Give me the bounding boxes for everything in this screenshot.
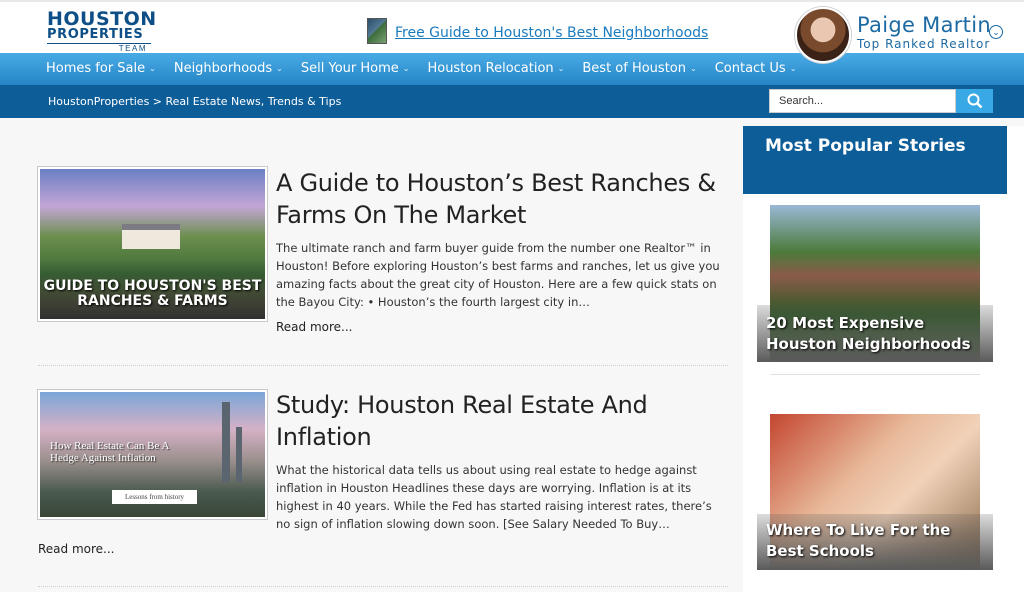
chevron-down-icon: ⌄ — [276, 64, 283, 73]
logo-line1: HOUSTON — [47, 8, 157, 30]
popular-story-card[interactable]: Where To Live For the Best Schools — [757, 414, 993, 570]
nav-item-label: Best of Houston — [582, 61, 686, 76]
nav-item-label: Houston Relocation — [427, 61, 554, 76]
chevron-down-icon: ⌄ — [789, 64, 797, 73]
breadcrumb[interactable]: HoustonProperties > Real Estate News, Tr… — [48, 95, 341, 108]
nav-item-homes-for-sale[interactable]: Homes for Sale ⌄ — [46, 53, 156, 85]
agent-name: Paige Martin — [857, 13, 991, 37]
chevron-down-icon: ⌄ — [557, 64, 565, 73]
site-logo[interactable]: HOUSTON PROPERTIES TEAM — [47, 8, 157, 53]
popular-story-card[interactable]: 20 Most Expensive Houston Neighborhoods — [757, 205, 993, 362]
nav-item-houston-relocation[interactable]: Houston Relocation ⌄ — [427, 53, 564, 85]
article-thumbnail[interactable]: GUIDE TO HOUSTON'S BEST RANCHES & FARMS — [37, 166, 268, 322]
building-graphic — [236, 427, 242, 482]
article-image-text: How Real Estate Can Be A Hedge Against I… — [50, 440, 169, 464]
article-title[interactable]: A Guide to Houston’s Best Ranches & Farm… — [276, 167, 726, 231]
free-guide-link[interactable]: Free Guide to Houston's Best Neighborhoo… — [395, 25, 708, 41]
article-image-text: GUIDE TO HOUSTON'S BEST RANCHES & FARMS — [43, 278, 262, 309]
search-button[interactable] — [956, 89, 993, 113]
chevron-down-icon: ⌄ — [402, 64, 410, 73]
top-header: HOUSTON PROPERTIES TEAM Free Guide to Ho… — [0, 0, 1024, 63]
article-excerpt: The ultimate ranch and farm buyer guide … — [276, 241, 720, 309]
article-excerpt: What the historical data tells us about … — [276, 463, 712, 531]
search-icon — [967, 93, 982, 109]
article-divider — [38, 365, 728, 366]
article-thumbnail[interactable]: How Real Estate Can Be A Hedge Against I… — [37, 389, 268, 520]
sidebar-divider — [770, 374, 980, 375]
sidebar-heading-text: Most Popular Stories — [765, 136, 966, 156]
ranch-image: GUIDE TO HOUSTON'S BEST RANCHES & FARMS — [40, 169, 265, 319]
story-caption: Where To Live For the Best Schools — [766, 521, 951, 560]
chevron-down-icon[interactable]: ⌄ — [989, 25, 1003, 39]
nav-item-label: Contact Us — [714, 61, 786, 76]
chevron-down-icon: ⌄ — [690, 64, 697, 73]
search-input[interactable] — [769, 89, 956, 113]
nav-item-sell-your-home[interactable]: Sell Your Home ⌄ — [301, 53, 410, 85]
chevron-down-icon: ⌄ — [149, 64, 156, 73]
inflation-image: How Real Estate Can Be A Hedge Against I… — [40, 392, 265, 517]
agent-title: Top Ranked Realtor — [857, 37, 991, 51]
free-guide-promo: Free Guide to Houston's Best Neighborhoo… — [367, 18, 708, 44]
avatar[interactable] — [795, 7, 851, 63]
nav-item-label: Neighborhoods — [173, 61, 273, 76]
article-title[interactable]: Study: Houston Real Estate And Inflation — [276, 389, 726, 453]
book-icon[interactable] — [367, 18, 387, 44]
story-caption: 20 Most Expensive Houston Neighborhoods — [766, 314, 971, 353]
building-graphic — [222, 402, 230, 482]
read-more-link[interactable]: Read more... — [38, 542, 115, 556]
read-more-link[interactable]: Read more... — [276, 320, 353, 334]
sidebar-heading: Most Popular Stories — [743, 126, 1007, 194]
article-image-tag: Lessons from history — [112, 490, 197, 504]
nav-item-neighborhoods[interactable]: Neighborhoods ⌄ — [174, 53, 283, 85]
nav-item-label: Sell Your Home — [300, 61, 399, 76]
logo-line3: TEAM — [47, 43, 151, 53]
article-divider — [38, 586, 728, 587]
agent-text: Paige Martin Top Ranked Realtor — [857, 13, 991, 51]
logo-line2: PROPERTIES — [47, 27, 144, 42]
nav-item-best-of-houston[interactable]: Best of Houston ⌄ — [582, 53, 696, 85]
house-graphic — [122, 224, 180, 249]
nav-item-contact-us[interactable]: Contact Us ⌄ — [715, 53, 797, 85]
nav-item-label: Homes for Sale — [46, 61, 146, 76]
main-nav: Homes for Sale ⌄ Neighborhoods ⌄ Sell Your… — [0, 53, 1024, 85]
